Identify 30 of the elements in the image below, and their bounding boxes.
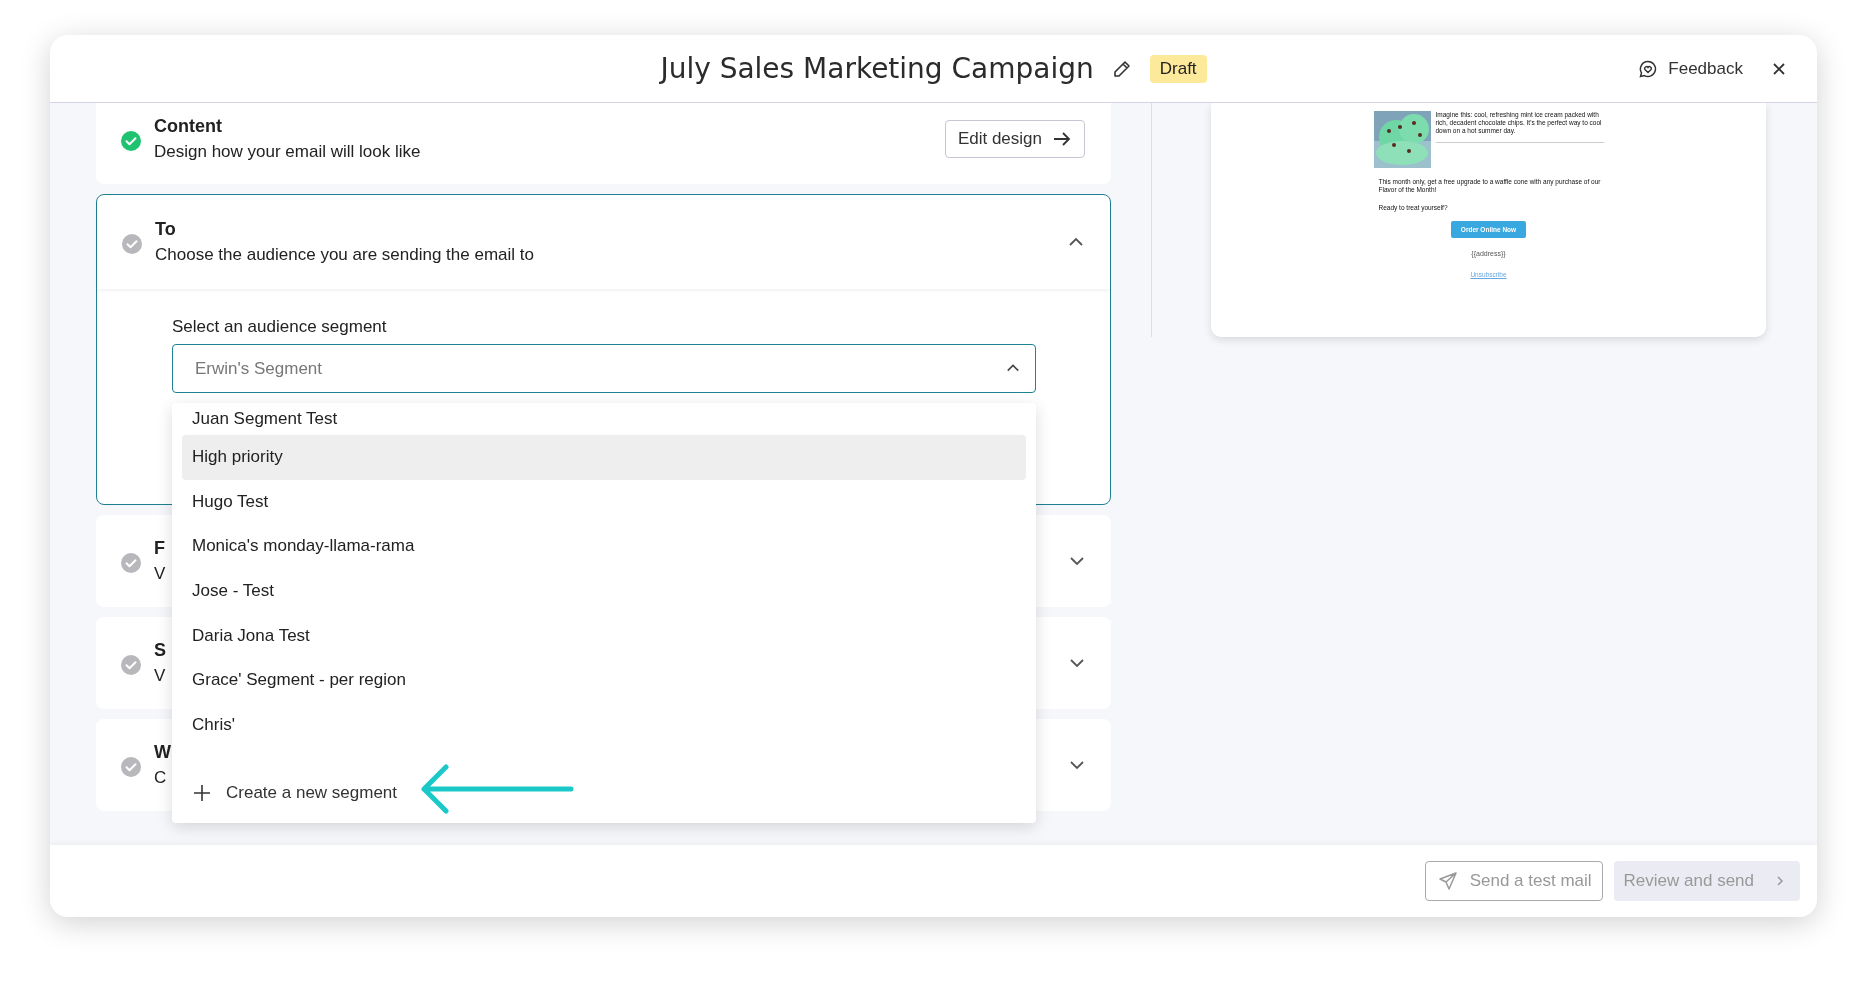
segment-dropdown[interactable]: Erwin's Segment bbox=[172, 344, 1036, 393]
segment-option[interactable]: Chris' bbox=[182, 702, 1026, 748]
step-description: V bbox=[154, 666, 166, 686]
segment-option[interactable]: Hugo Test bbox=[182, 479, 1026, 525]
feedback-button[interactable]: Feedback bbox=[1638, 58, 1743, 79]
step-description: Design how your email will look like bbox=[154, 141, 421, 162]
plus-icon bbox=[192, 783, 212, 803]
status-badge: Draft bbox=[1149, 54, 1207, 83]
step-title: S bbox=[154, 640, 166, 661]
segment-option[interactable]: Jose - Test bbox=[182, 568, 1026, 614]
step-description: Choose the audience you are sending the email to bbox=[155, 245, 534, 265]
close-icon[interactable] bbox=[1771, 60, 1787, 77]
chat-heart-icon bbox=[1638, 58, 1659, 79]
segment-option[interactable]: Grace' Segment - per region bbox=[182, 657, 1026, 703]
paper-plane-icon bbox=[1437, 871, 1458, 891]
chevron-right-icon bbox=[1774, 875, 1786, 887]
edit-icon[interactable] bbox=[1111, 58, 1132, 79]
segment-option[interactable]: High priority bbox=[182, 435, 1026, 480]
field-label: Select an audience segment bbox=[172, 317, 387, 337]
step-description: V bbox=[154, 564, 166, 584]
step-title: W bbox=[154, 742, 171, 763]
campaign-title: July Sales Marketing Campaign bbox=[660, 52, 1094, 85]
segment-option[interactable]: Daria Jona Test bbox=[182, 613, 1026, 658]
step-title: To bbox=[155, 219, 176, 240]
step-description: C bbox=[154, 768, 167, 788]
segment-option[interactable]: Juan Segment Test bbox=[182, 403, 1026, 435]
edit-design-button[interactable]: Edit design bbox=[944, 119, 1085, 158]
step-title: F bbox=[154, 538, 165, 559]
step-title: Content bbox=[154, 115, 222, 137]
segment-option[interactable]: Monica's monday-llama-rama bbox=[182, 524, 1026, 569]
